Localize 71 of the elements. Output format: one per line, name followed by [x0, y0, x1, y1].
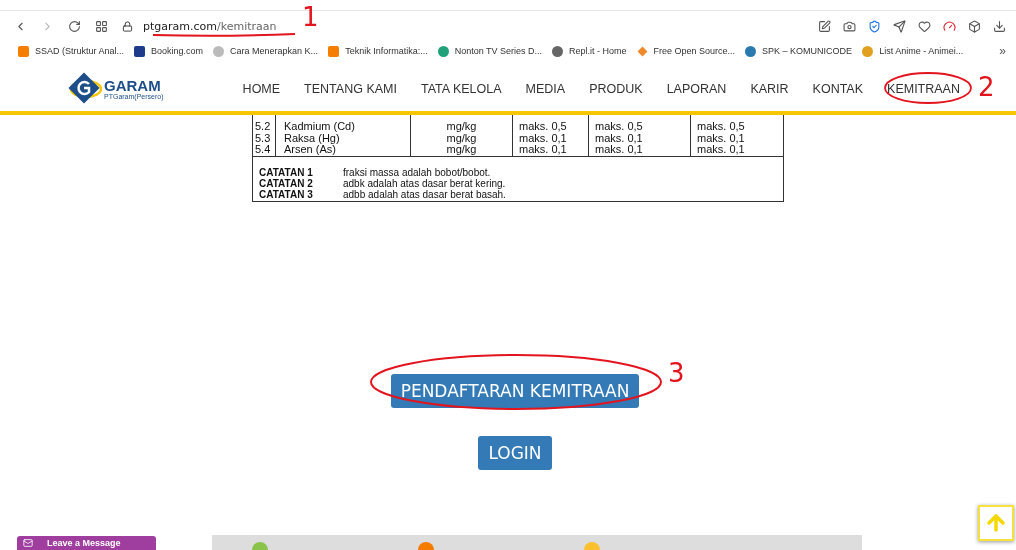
- leave-message-button[interactable]: Leave a Message: [17, 536, 156, 550]
- table-cell: 5.2: [253, 121, 276, 133]
- nav-link[interactable]: PRODUK: [577, 81, 655, 96]
- download-icon[interactable]: [993, 19, 1006, 33]
- bookmark-link[interactable]: Booking.com: [151, 46, 204, 56]
- bookmark-icon: [745, 45, 757, 57]
- note-label: CATATAN 1: [259, 166, 314, 178]
- bookmark-icon: [18, 45, 29, 57]
- table-cell: Kadmium (Cd): [276, 121, 411, 133]
- cube-icon[interactable]: [968, 19, 981, 33]
- shield-icon[interactable]: [868, 19, 881, 33]
- note-text: fraksi massa adalah bobot/bobot.: [343, 166, 491, 178]
- nav-link[interactable]: KARIR: [738, 81, 801, 96]
- table-cell: maks. 0,1: [513, 132, 589, 144]
- nav-link[interactable]: KEMITRAAN: [875, 81, 972, 96]
- annotation-number: 3: [668, 360, 685, 386]
- send-icon[interactable]: [893, 19, 906, 33]
- lock-icon: [122, 20, 133, 32]
- more-bookmarks[interactable]: »: [999, 44, 1006, 58]
- note-label: CATATAN 3: [259, 188, 314, 200]
- logo-title: GARAM: [104, 77, 162, 93]
- bookmark-link[interactable]: Nonton TV Series D...: [454, 46, 543, 56]
- table-cell: mg/kg: [411, 121, 513, 133]
- heart-icon[interactable]: [918, 19, 931, 33]
- bookmark-icon: [328, 45, 340, 57]
- table-cell: mg/kg: [411, 144, 513, 156]
- gauge-icon[interactable]: [943, 19, 956, 33]
- bookmark-icon: [213, 45, 225, 57]
- reload-icon[interactable]: [68, 19, 81, 33]
- mail-icon: [23, 538, 33, 548]
- table-cell: Raksa (Hg): [276, 132, 411, 144]
- table-cell: 5.3: [253, 132, 276, 144]
- table-cell: 5.4: [253, 144, 276, 156]
- bookmark-link[interactable]: Repl.it - Home: [569, 46, 627, 56]
- nav-link[interactable]: LAPORAN: [654, 81, 739, 96]
- bookmark-link[interactable]: Teknik Informatika:...: [345, 46, 428, 56]
- nav-link[interactable]: MEDIA: [513, 81, 578, 96]
- table-cell: maks. 0,1: [589, 132, 691, 144]
- note-text: adbb adalah atas dasar berat basah.: [343, 188, 506, 200]
- table-cell-text: maks. 0,1: [696, 144, 746, 156]
- bookmark-icon: [437, 45, 449, 57]
- table-cell-text: maks. 0,5: [696, 121, 746, 133]
- bookmark-link[interactable]: Free Open Source...: [653, 46, 736, 56]
- nav-link[interactable]: KONTAK: [800, 81, 876, 96]
- table-cell: maks. 0,1: [513, 144, 589, 156]
- annotation-number: 2: [978, 74, 995, 100]
- bookmark-link[interactable]: Cara Menerapkan K...: [230, 46, 319, 56]
- table-cell-text: maks. 0,1: [696, 132, 746, 144]
- note-text: adbk adalah atas dasar berat kering.: [343, 177, 506, 189]
- table-cell: Arsen (As): [276, 144, 411, 156]
- table-cell: maks. 0,5: [589, 121, 691, 133]
- camera-icon[interactable]: [843, 19, 856, 33]
- bookmark-link[interactable]: List Anime - Animei...: [879, 46, 964, 56]
- register-button[interactable]: PENDAFTARAN KEMITRAAN: [390, 373, 640, 408]
- bookmark-link[interactable]: SPK – KOMUNICODE: [762, 46, 853, 56]
- note-label: CATATAN 2: [259, 177, 314, 189]
- bookmark-icon: [552, 45, 564, 57]
- bookmark-icon: [134, 45, 146, 57]
- grid-icon[interactable]: [95, 19, 108, 33]
- login-button[interactable]: LOGIN: [478, 435, 552, 470]
- edit-icon[interactable]: [818, 19, 831, 33]
- nav-link[interactable]: HOME: [230, 81, 293, 96]
- bookmark-link[interactable]: SSAD (Struktur Anal...: [35, 46, 125, 56]
- bookmark-icon: [862, 45, 874, 57]
- nav-link[interactable]: TATA KELOLA: [408, 81, 514, 96]
- address-bar[interactable]: ptgaram.com/kemitraan: [143, 19, 277, 33]
- annotation-number: 1: [302, 4, 319, 30]
- table-cell: mg/kg: [411, 132, 513, 144]
- nav-link[interactable]: TENTANG KAMI: [292, 81, 409, 96]
- table-cell: maks. 0,1: [589, 144, 691, 156]
- table-cell: maks. 0,5: [513, 121, 589, 133]
